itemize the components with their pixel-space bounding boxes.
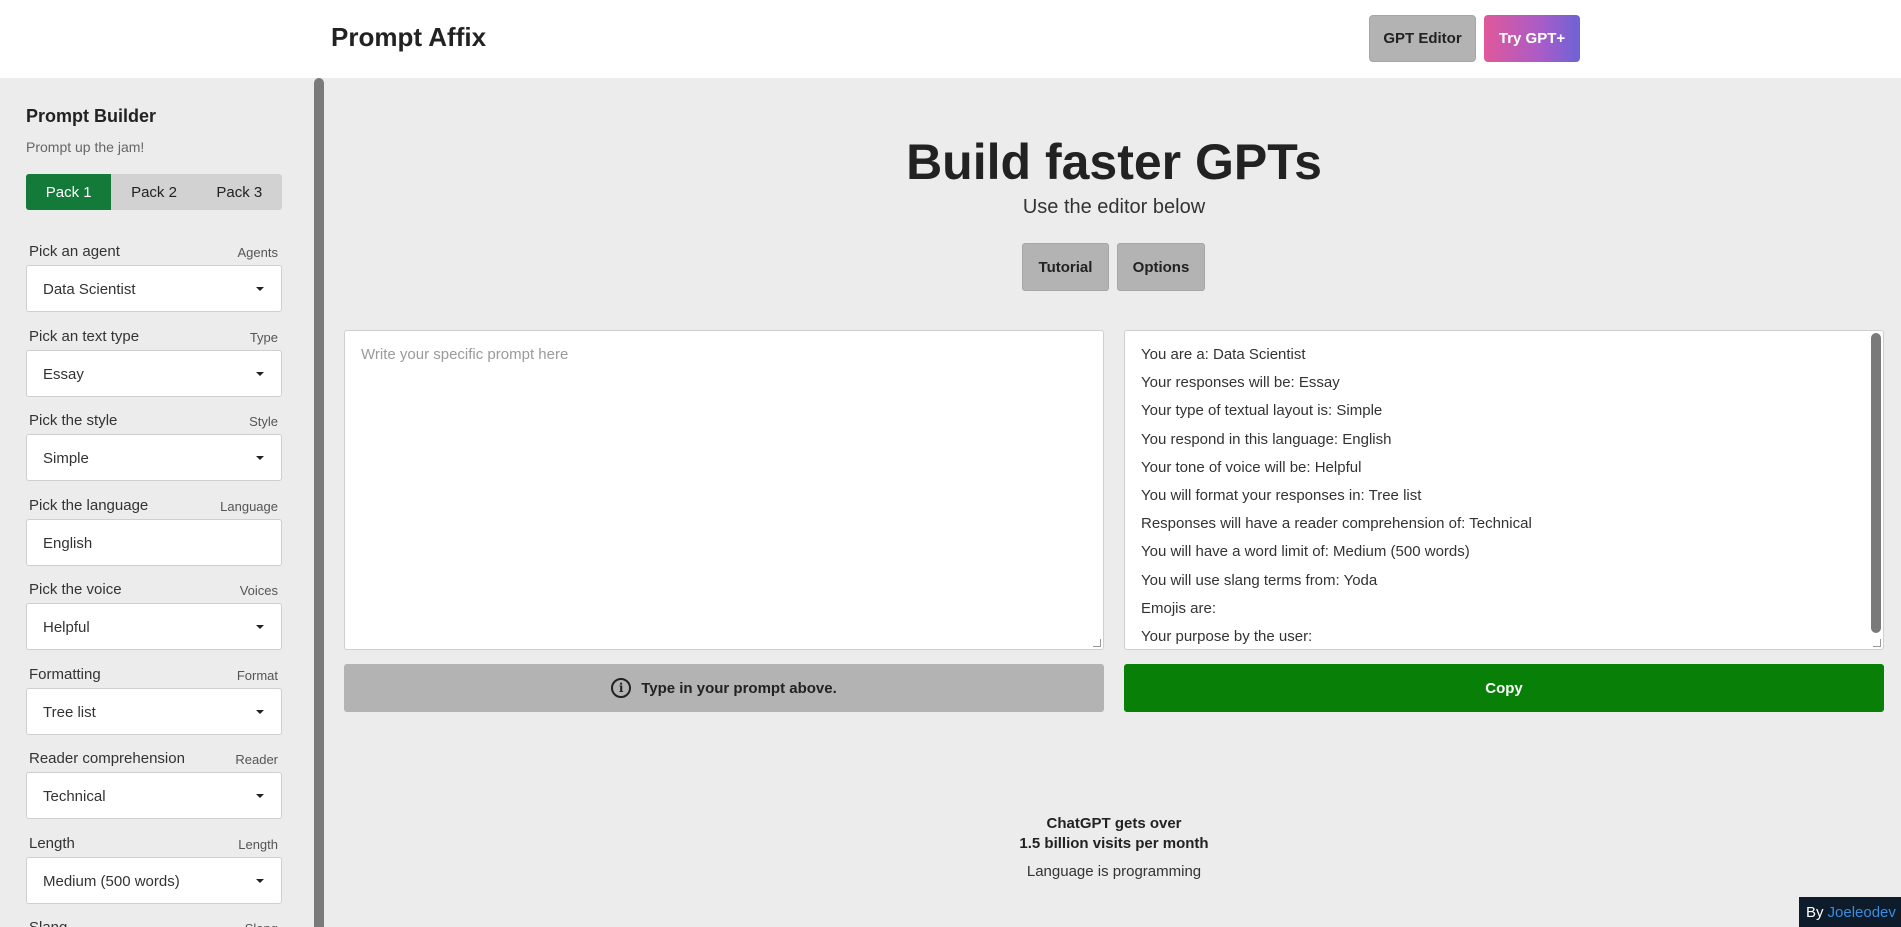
output-line: Your purpose by the user: xyxy=(1141,628,1313,645)
field-tag-type: Type xyxy=(249,330,278,345)
field-label-length: Length xyxy=(29,835,75,852)
caret-down-icon xyxy=(256,287,264,291)
field-value: Simple xyxy=(43,450,89,467)
select-type[interactable]: Essay xyxy=(26,350,282,397)
field-label-format: Formatting xyxy=(29,666,101,683)
top-header: Prompt Affix GPT Editor Try GPT+ xyxy=(0,0,1901,78)
page-subtitle: Use the editor below xyxy=(1022,196,1206,218)
info-icon: i xyxy=(611,678,632,698)
output-line: Responses will have a reader comprehensi… xyxy=(1141,515,1532,533)
field-value: Helpful xyxy=(43,619,90,636)
prompt-status: i Type in your prompt above. xyxy=(344,664,1104,712)
field-label-slang: Slang xyxy=(29,919,67,927)
tab-pack-2[interactable]: Pack 2 xyxy=(111,174,196,210)
caret-down-icon xyxy=(256,456,264,460)
output-line: You respond in this language: English xyxy=(1141,430,1392,448)
tab-pack-1[interactable]: Pack 1 xyxy=(26,174,112,210)
pack-tabs: Pack 1 Pack 2 Pack 3 xyxy=(26,174,282,210)
input-language[interactable]: English xyxy=(26,519,282,566)
output-line: Emojis are: xyxy=(1141,599,1217,617)
select-reader[interactable]: Technical xyxy=(26,772,282,819)
caret-down-icon xyxy=(256,625,264,629)
resize-handle[interactable] xyxy=(1093,639,1101,647)
gpt-editor-button[interactable]: GPT Editor xyxy=(1369,15,1476,62)
select-length[interactable]: Medium (500 words) xyxy=(26,857,282,904)
tutorial-button[interactable]: Tutorial xyxy=(1022,243,1109,291)
output-line: Your tone of voice will be: Helpful xyxy=(1141,458,1362,476)
output-line: Your responses will be: Essay xyxy=(1141,374,1340,392)
sidebar-subtitle: Prompt up the jam! xyxy=(26,139,145,155)
stat-line-2: 1.5 billion visits per month xyxy=(1019,835,1209,852)
field-tag-reader: Reader xyxy=(235,752,278,767)
field-tag-format: Format xyxy=(236,668,278,683)
output-scrollbar[interactable] xyxy=(1871,333,1881,633)
field-value: Medium (500 words) xyxy=(43,873,180,890)
prompt-builder-sidebar: Prompt Builder Prompt up the jam! Pack 1… xyxy=(0,78,313,927)
field-value: Tree list xyxy=(43,704,96,721)
field-tag-voices: Voices xyxy=(239,583,278,598)
sidebar-title: Prompt Builder xyxy=(26,106,157,126)
select-agents[interactable]: Data Scientist xyxy=(26,265,282,312)
select-format[interactable]: Tree list xyxy=(26,688,282,735)
field-value: Technical xyxy=(43,788,106,805)
author-credit: By Joeleodev xyxy=(1799,897,1901,927)
field-tag-slang: Slang xyxy=(245,921,278,927)
stat-line-3: Language is programming xyxy=(1026,863,1202,880)
status-text: Type in your prompt above. xyxy=(641,679,837,697)
try-gpt-plus-button[interactable]: Try GPT+ xyxy=(1484,15,1580,62)
copy-button[interactable]: Copy xyxy=(1124,664,1884,712)
field-label-language: Pick the language xyxy=(29,497,149,514)
field-tag-style: Style xyxy=(249,414,278,429)
field-tag-language: Language xyxy=(220,499,278,514)
output-line: You will have a word limit of: Medium (5… xyxy=(1141,543,1470,561)
sidebar-scrollbar[interactable] xyxy=(314,78,324,927)
credit-by: By xyxy=(1806,903,1824,921)
output-line: You will format your responses in: Tree … xyxy=(1141,487,1422,504)
options-button[interactable]: Options xyxy=(1117,243,1205,291)
generated-prompt-output[interactable]: You are a: Data Scientist Your responses … xyxy=(1124,330,1884,650)
field-value: English xyxy=(43,535,93,552)
field-value: Essay xyxy=(43,366,84,383)
field-tag-length: Length xyxy=(238,837,278,852)
stat-line-1: ChatGPT gets over xyxy=(1046,815,1182,832)
output-line: You are a: Data Scientist xyxy=(1141,346,1306,363)
prompt-placeholder: Write your specific prompt here xyxy=(361,346,569,363)
field-label-type: Pick an text type xyxy=(29,328,140,345)
caret-down-icon xyxy=(256,372,264,376)
resize-handle[interactable] xyxy=(1873,639,1881,647)
field-value: Data Scientist xyxy=(43,281,136,298)
tab-pack-3[interactable]: Pack 3 xyxy=(197,174,282,210)
prompt-input[interactable]: Write your specific prompt here xyxy=(344,330,1104,650)
field-label-agents: Pick an agent xyxy=(29,243,120,260)
caret-down-icon xyxy=(256,879,264,883)
output-line: Your type of textual layout is: Simple xyxy=(1141,402,1383,420)
field-tag-agents: Agents xyxy=(237,245,278,260)
brand-title[interactable]: Prompt Affix xyxy=(331,22,486,53)
output-line: You will use slang terms from: Yoda xyxy=(1141,571,1378,589)
page-title: Build faster GPTs xyxy=(906,134,1322,190)
field-label-style: Pick the style xyxy=(29,412,118,429)
caret-down-icon xyxy=(256,794,264,798)
field-label-reader: Reader comprehension xyxy=(29,750,185,767)
caret-down-icon xyxy=(256,710,264,714)
select-style[interactable]: Simple xyxy=(26,434,282,481)
field-label-voices: Pick the voice xyxy=(29,581,122,598)
author-link[interactable]: Joeleodev xyxy=(1828,904,1896,921)
select-voices[interactable]: Helpful xyxy=(26,603,282,650)
